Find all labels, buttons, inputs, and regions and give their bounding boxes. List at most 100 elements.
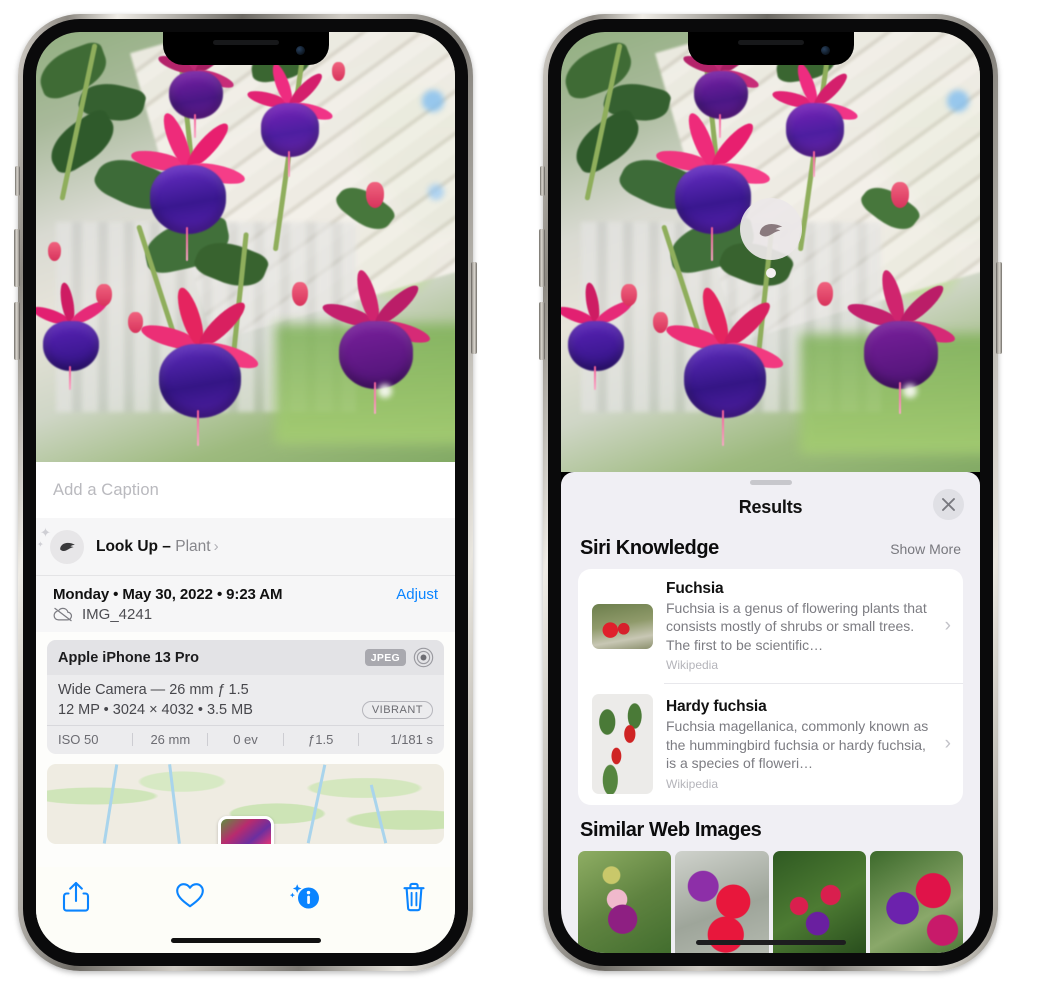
camera-lens: Wide Camera — 26 mm ƒ 1.5 (58, 682, 249, 698)
photo-bokeh (422, 90, 444, 112)
front-camera (295, 46, 305, 55)
results-sheet: Results Siri Knowledge Show More Fuchsia… (561, 472, 980, 953)
knowledge-thumbnail (592, 603, 653, 649)
section-title: Similar Web Images (580, 819, 762, 842)
knowledge-title: Hardy fuchsia (666, 698, 767, 716)
photo-bud (621, 284, 637, 306)
look-up-subject: Plant (175, 537, 211, 555)
photo-flower (318, 267, 434, 415)
photo-bud (366, 182, 384, 208)
chevron-right-icon: › (213, 537, 219, 555)
silence-switch[interactable] (540, 166, 545, 196)
location-map[interactable] (47, 763, 444, 844)
photo-bud (96, 284, 112, 306)
photo-viewer[interactable] (561, 32, 980, 472)
map-road (168, 763, 181, 844)
knowledge-item[interactable]: Fuchsia Fuchsia is a genus of flowering … (578, 569, 963, 683)
knowledge-item[interactable]: Hardy fuchsia Fuchsia magellanica, commo… (578, 683, 963, 805)
knowledge-thumbnail (592, 694, 653, 795)
photo-metadata: Monday • May 30, 2022 • 9:23 AM Adjust I… (36, 576, 455, 632)
camera-device-name: Apple iPhone 13 Pro (58, 649, 199, 666)
camera-resolution: 12 MP • 3024 × 4032 • 3.5 MB (58, 701, 253, 718)
power-button[interactable] (996, 262, 1002, 354)
volume-down-button[interactable] (539, 302, 545, 360)
look-up-row[interactable]: ✦ ✦ Look Up – Plant › (36, 518, 455, 576)
results-title: Results (738, 496, 803, 517)
volume-up-button[interactable] (539, 229, 545, 287)
knowledge-description: Fuchsia is a genus of flowering plants t… (666, 600, 927, 653)
photo-bud (653, 312, 668, 333)
delete-button[interactable] (401, 881, 433, 915)
notch (162, 32, 329, 65)
similar-web-images-strip[interactable] (561, 851, 980, 953)
exif-aperture: ƒ1.5 (308, 731, 334, 747)
photo-bud (48, 242, 61, 261)
exif-shutter: 1/181 s (390, 731, 434, 747)
volume-up-button[interactable] (14, 229, 20, 287)
left-phone: Add a Caption ✦ ✦ Look Up – Plant › Mond… (14, 14, 477, 971)
front-camera (820, 46, 830, 55)
knowledge-description: Fuchsia magellanica, commonly known as t… (666, 718, 929, 772)
power-button[interactable] (471, 262, 477, 354)
volume-down-button[interactable] (14, 302, 20, 360)
caption-input[interactable]: Add a Caption (36, 462, 455, 518)
camera-card-body: Wide Camera — 26 mm ƒ 1.5 12 MP • 3024 ×… (47, 675, 444, 725)
chevron-right-icon: › (944, 733, 951, 755)
photo-viewer[interactable] (36, 32, 455, 462)
exif-exposure: 0 ev (233, 731, 258, 747)
format-badge: JPEG (364, 649, 406, 666)
right-phone: Results Siri Knowledge Show More Fuchsia… (539, 14, 1002, 971)
close-icon (942, 498, 955, 511)
photo-flower (136, 284, 264, 446)
photo-bud (292, 282, 308, 306)
map-photo-pin[interactable] (217, 815, 274, 844)
photo-filename: IMG_4241 (82, 606, 153, 623)
close-button[interactable] (933, 489, 964, 520)
exif-focal: 26 mm (150, 731, 191, 747)
info-button[interactable] (288, 881, 320, 915)
knowledge-source: Wikipedia (666, 658, 719, 673)
sparkle-icon: ✦ (37, 539, 44, 549)
adjust-button[interactable]: Adjust (396, 586, 438, 603)
web-image-2[interactable] (675, 851, 769, 953)
photo-date: Monday • May 30, 2022 • 9:23 AM (53, 586, 283, 603)
photo-bud (332, 62, 345, 81)
look-up-label: Look Up – Plant › (96, 538, 219, 556)
photo-toolbar (36, 867, 455, 953)
look-up-leaf-icon[interactable] (739, 198, 802, 260)
similar-web-images-header: Similar Web Images (561, 805, 980, 849)
leaf-icon: ✦ ✦ (37, 526, 84, 564)
silence-switch[interactable] (15, 166, 20, 196)
map-road (102, 763, 119, 844)
photo-bud (891, 182, 909, 208)
photo-info-sheet: Add a Caption ✦ ✦ Look Up – Plant › Mond… (36, 462, 455, 953)
map-road (369, 784, 388, 843)
camera-card-header: Apple iPhone 13 Pro JPEG (47, 640, 444, 675)
photo-bokeh (903, 384, 917, 398)
caption-placeholder: Add a Caption (53, 480, 159, 499)
knowledge-source: Wikipedia (666, 776, 719, 791)
icloud-slash-icon (53, 607, 73, 622)
exif-row: ISO 50 26 mm 0 ev ƒ1.5 1/181 s (47, 724, 444, 754)
photo-bud (817, 282, 833, 306)
exif-iso: ISO 50 (58, 731, 99, 747)
photo-bokeh (378, 384, 392, 398)
chevron-right-icon: › (944, 615, 951, 637)
photo-flower (769, 61, 861, 177)
web-image-4[interactable] (869, 851, 963, 953)
camera-info-card: Apple iPhone 13 Pro JPEG Wide Camera — 2… (47, 640, 444, 754)
web-image-1[interactable] (578, 851, 672, 953)
photo-bokeh (947, 90, 969, 112)
share-button[interactable] (62, 881, 94, 915)
earpiece-speaker (212, 40, 279, 45)
web-image-3[interactable] (772, 851, 866, 953)
home-indicator[interactable] (695, 940, 846, 945)
photo-bokeh (428, 184, 444, 200)
home-indicator[interactable] (170, 938, 321, 943)
notch (687, 32, 854, 65)
photo-flower (661, 284, 789, 446)
show-more-button[interactable]: Show More (890, 541, 961, 557)
favorite-button[interactable] (175, 881, 207, 915)
aperture-icon (413, 647, 434, 668)
sparkle-icon: ✦ (40, 524, 51, 540)
